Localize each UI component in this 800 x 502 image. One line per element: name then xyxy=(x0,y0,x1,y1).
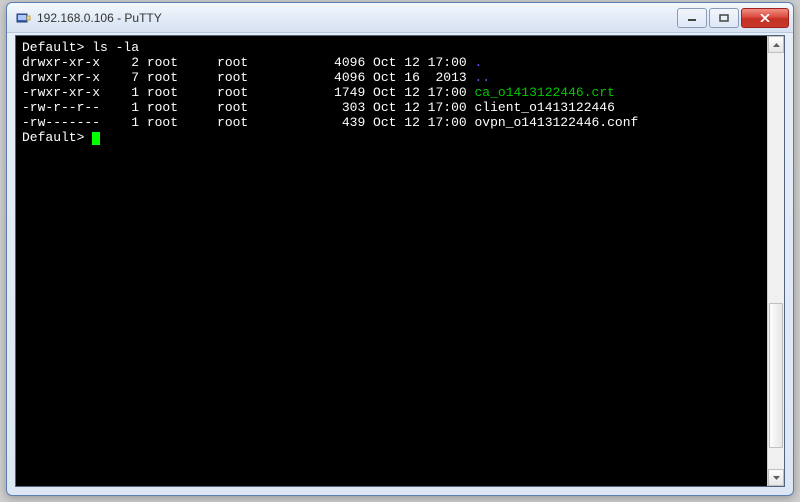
file-name: ca_o1413122446.crt xyxy=(474,85,614,100)
scroll-thumb[interactable] xyxy=(769,303,783,449)
putty-icon xyxy=(15,10,31,26)
ls-row: drwxr-xr-x 2 root root 4096 Oct 12 17:00… xyxy=(22,55,761,70)
window-controls xyxy=(675,8,789,28)
ls-row: drwxr-xr-x 7 root root 4096 Oct 16 2013 … xyxy=(22,70,761,85)
ls-row: -rwxr-xr-x 1 root root 1749 Oct 12 17:00… xyxy=(22,85,761,100)
scroll-track[interactable] xyxy=(768,53,784,469)
scroll-down-button[interactable] xyxy=(768,469,784,486)
file-name: client_o1413122446 xyxy=(474,100,614,115)
file-name: . xyxy=(474,55,482,70)
putty-window: 192.168.0.106 - PuTTY Default> ls -ladrw… xyxy=(6,2,794,496)
file-name: ovpn_o1413122446.conf xyxy=(474,115,638,130)
close-button[interactable] xyxy=(741,8,789,28)
terminal[interactable]: Default> ls -ladrwxr-xr-x 2 root root 40… xyxy=(16,36,767,486)
prompt-line: Default> ls -la xyxy=(22,40,761,55)
terminal-container: Default> ls -ladrwxr-xr-x 2 root root 40… xyxy=(15,35,785,487)
maximize-button[interactable] xyxy=(709,8,739,28)
cursor xyxy=(92,132,100,145)
prompt-line: Default> xyxy=(22,130,761,145)
ls-row: -rw------- 1 root root 439 Oct 12 17:00 … xyxy=(22,115,761,130)
scrollbar xyxy=(767,36,784,486)
window-title: 192.168.0.106 - PuTTY xyxy=(37,11,675,25)
titlebar[interactable]: 192.168.0.106 - PuTTY xyxy=(7,3,793,33)
scroll-up-button[interactable] xyxy=(768,36,784,53)
file-name: .. xyxy=(474,70,490,85)
minimize-button[interactable] xyxy=(677,8,707,28)
ls-row: -rw-r--r-- 1 root root 303 Oct 12 17:00 … xyxy=(22,100,761,115)
